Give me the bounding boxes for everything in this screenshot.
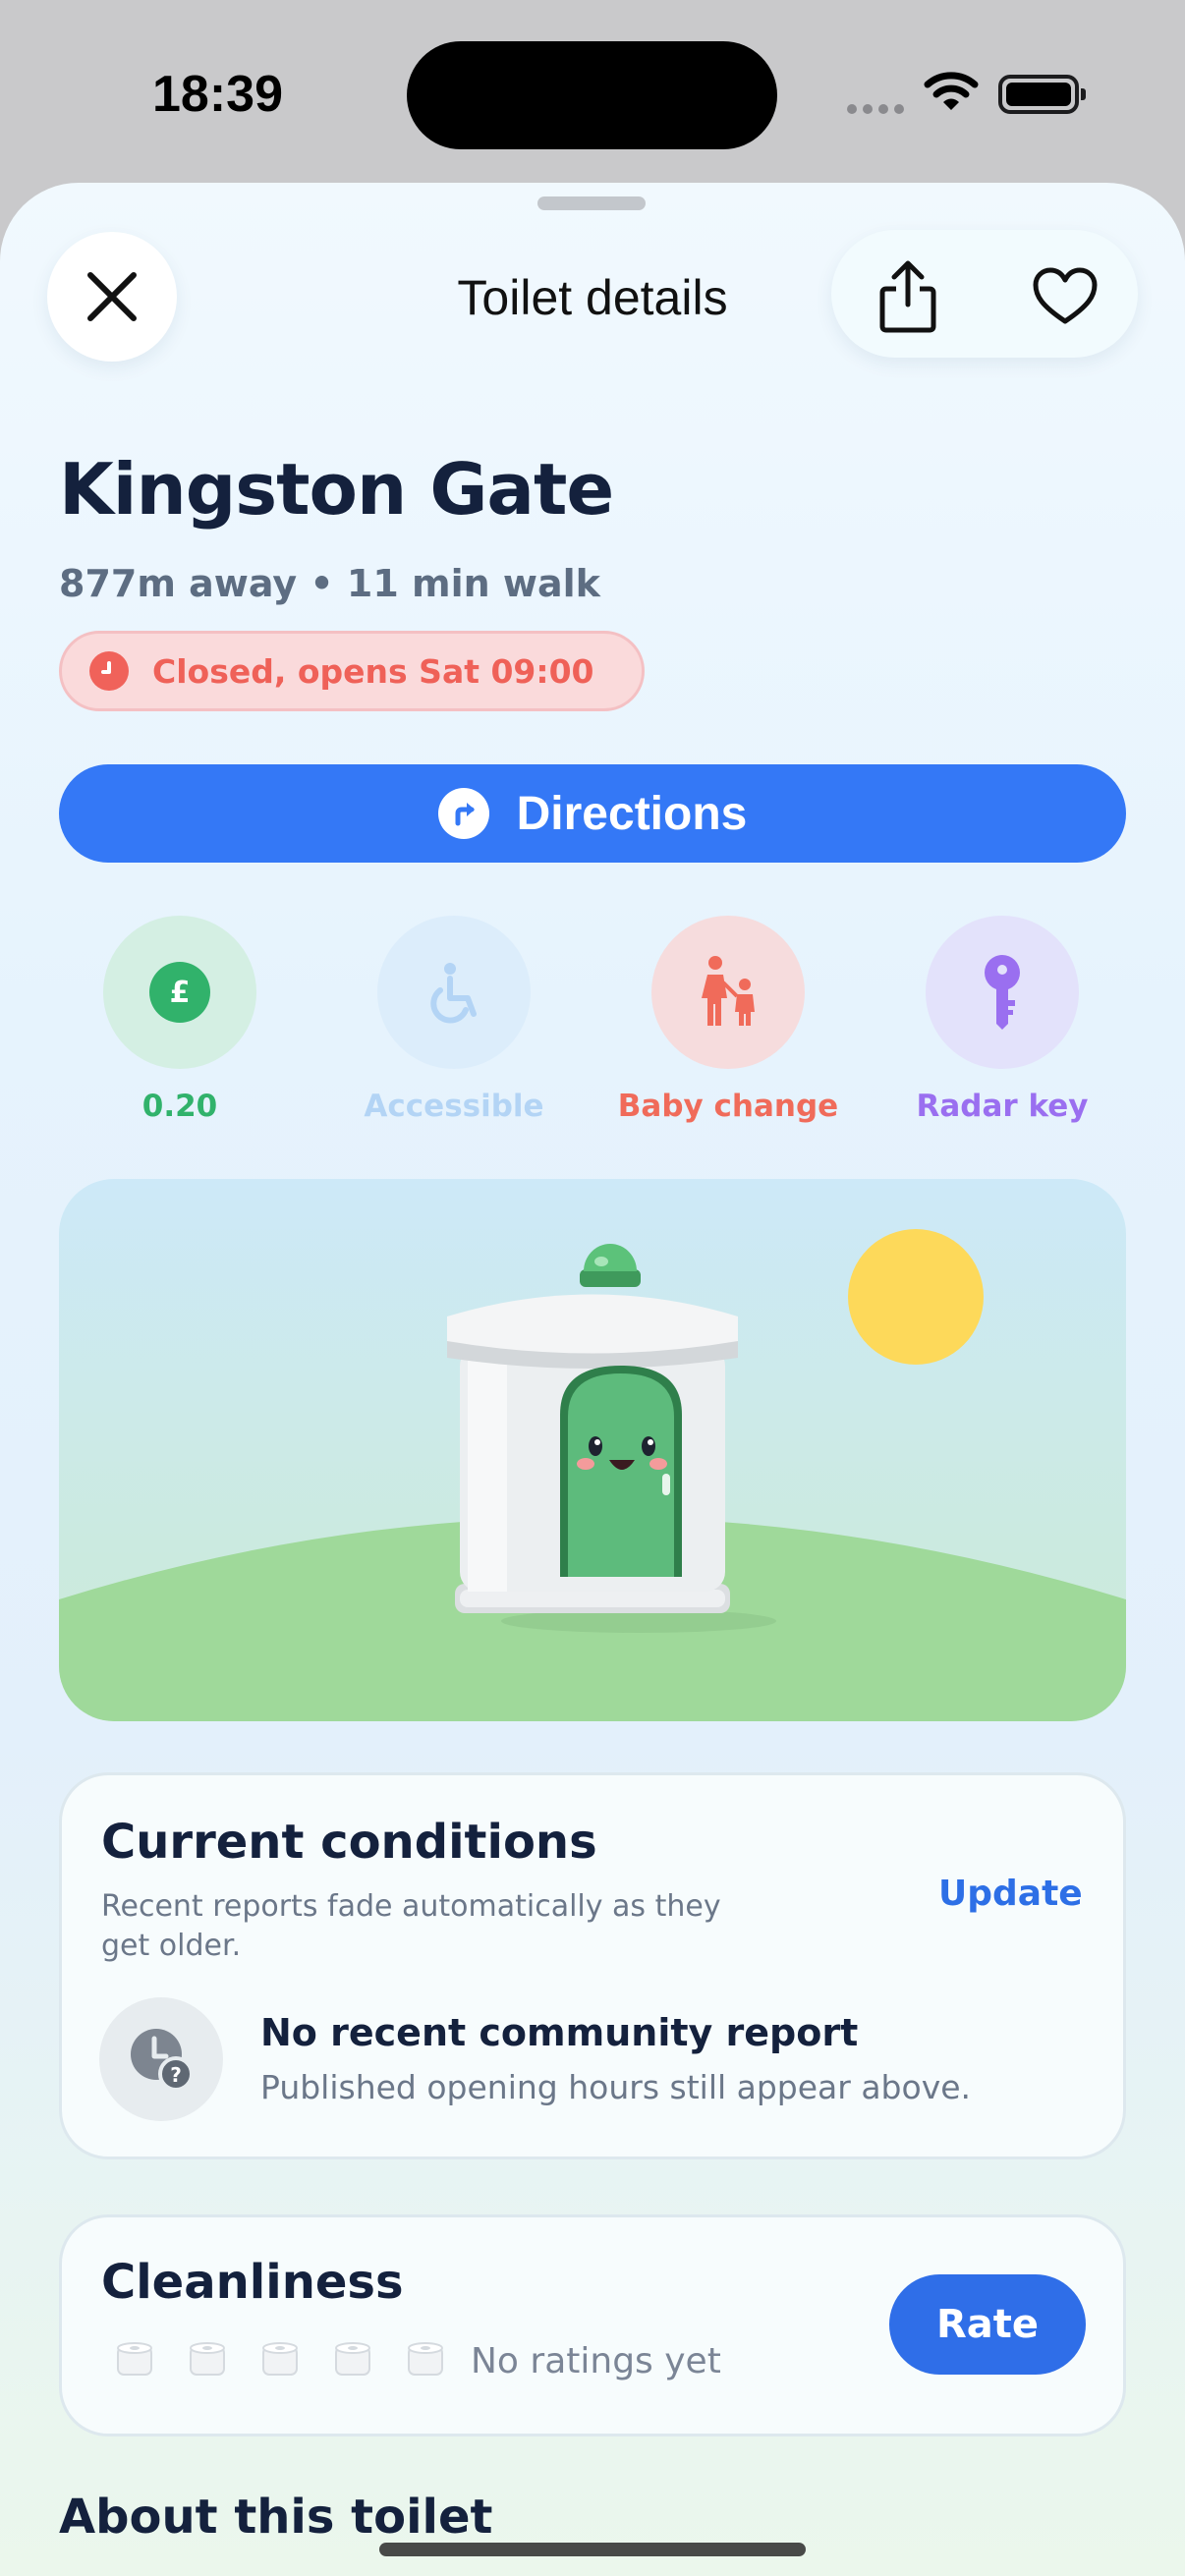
report-subtitle: Published opening hours still appear abo… — [260, 2068, 972, 2106]
header-actions — [831, 230, 1138, 358]
feature-baby-change-label: Baby change — [617, 1089, 839, 1124]
share-icon — [879, 260, 936, 333]
heart-icon — [1033, 267, 1098, 324]
svg-text:?: ? — [170, 2063, 182, 2087]
pound-icon: £ — [149, 962, 210, 1023]
about-section-title: About this toilet — [59, 2490, 493, 2545]
place-name: Kingston Gate — [59, 448, 614, 531]
turn-right-icon — [437, 788, 489, 839]
no-ratings-text: No ratings yet — [471, 2341, 721, 2381]
radar-key-icon-circle — [926, 916, 1079, 1069]
baby-change-icon-circle — [651, 916, 805, 1069]
svg-text:£: £ — [170, 976, 191, 1010]
cleanliness-card: Cleanliness No ratings yet Rate — [59, 2214, 1126, 2436]
feature-radar-key-label: Radar key — [916, 1089, 1089, 1124]
home-indicator[interactable] — [379, 2543, 806, 2556]
wheelchair-icon — [430, 963, 477, 1024]
clock-question-icon: ? — [131, 2029, 194, 2092]
feature-price[interactable]: £ 0.20 — [52, 916, 308, 1124]
status-bar: 18:39 — [0, 0, 1185, 187]
toilet-roll-icon — [190, 2342, 225, 2376]
price-icon-circle: £ — [103, 916, 256, 1069]
conditions-title: Current conditions — [101, 1815, 597, 1870]
directions-label: Directions — [516, 787, 748, 840]
directions-button[interactable]: Directions — [59, 764, 1126, 863]
rate-button[interactable]: Rate — [889, 2274, 1086, 2375]
report-status-icon-circle: ? — [99, 1997, 223, 2121]
battery-icon — [998, 75, 1086, 114]
sun-illustration — [848, 1229, 984, 1365]
toilet-roll-icon — [408, 2342, 443, 2376]
parent-child-icon — [702, 956, 755, 1026]
feature-accessible-label: Accessible — [364, 1089, 544, 1124]
sheet-grabber[interactable] — [537, 196, 646, 210]
accessible-icon-circle — [377, 916, 531, 1069]
status-time: 18:39 — [152, 66, 283, 123]
share-button[interactable] — [867, 259, 949, 334]
feature-baby-change[interactable]: Baby change — [600, 916, 856, 1124]
cleanliness-rating — [115, 2339, 445, 2379]
dynamic-island — [407, 41, 777, 149]
distance-info: 877m away • 11 min walk — [59, 562, 600, 605]
toilet-roll-icon — [117, 2342, 152, 2376]
report-title: No recent community report — [260, 2011, 859, 2054]
clock-icon — [89, 651, 129, 691]
toilet-illustration — [59, 1179, 1126, 1721]
cellular-signal-icon — [847, 104, 904, 114]
toilet-roll-icon — [262, 2342, 298, 2376]
key-icon — [985, 955, 1020, 1030]
feature-price-label: 0.20 — [141, 1089, 218, 1124]
opening-status-badge: Closed, opens Sat 09:00 — [59, 631, 645, 711]
wifi-icon — [924, 72, 979, 110]
favorite-button[interactable] — [1024, 259, 1106, 334]
toilet-roll-icon — [335, 2342, 370, 2376]
feature-radar-key[interactable]: Radar key — [875, 916, 1130, 1124]
update-conditions-button[interactable]: Update — [938, 1874, 1083, 1914]
cleanliness-title: Cleanliness — [101, 2255, 404, 2310]
toilet-details-sheet: Toilet details Kingston Gate 877m away •… — [0, 183, 1185, 2576]
current-conditions-card: Current conditions Recent reports fade a… — [59, 1772, 1126, 2159]
conditions-subtitle-line1: Recent reports fade automatically as the… — [101, 1889, 721, 1924]
conditions-subtitle-line2: get older. — [101, 1929, 242, 1963]
opening-status-text: Closed, opens Sat 09:00 — [152, 651, 594, 691]
feature-accessible[interactable]: Accessible — [326, 916, 582, 1124]
